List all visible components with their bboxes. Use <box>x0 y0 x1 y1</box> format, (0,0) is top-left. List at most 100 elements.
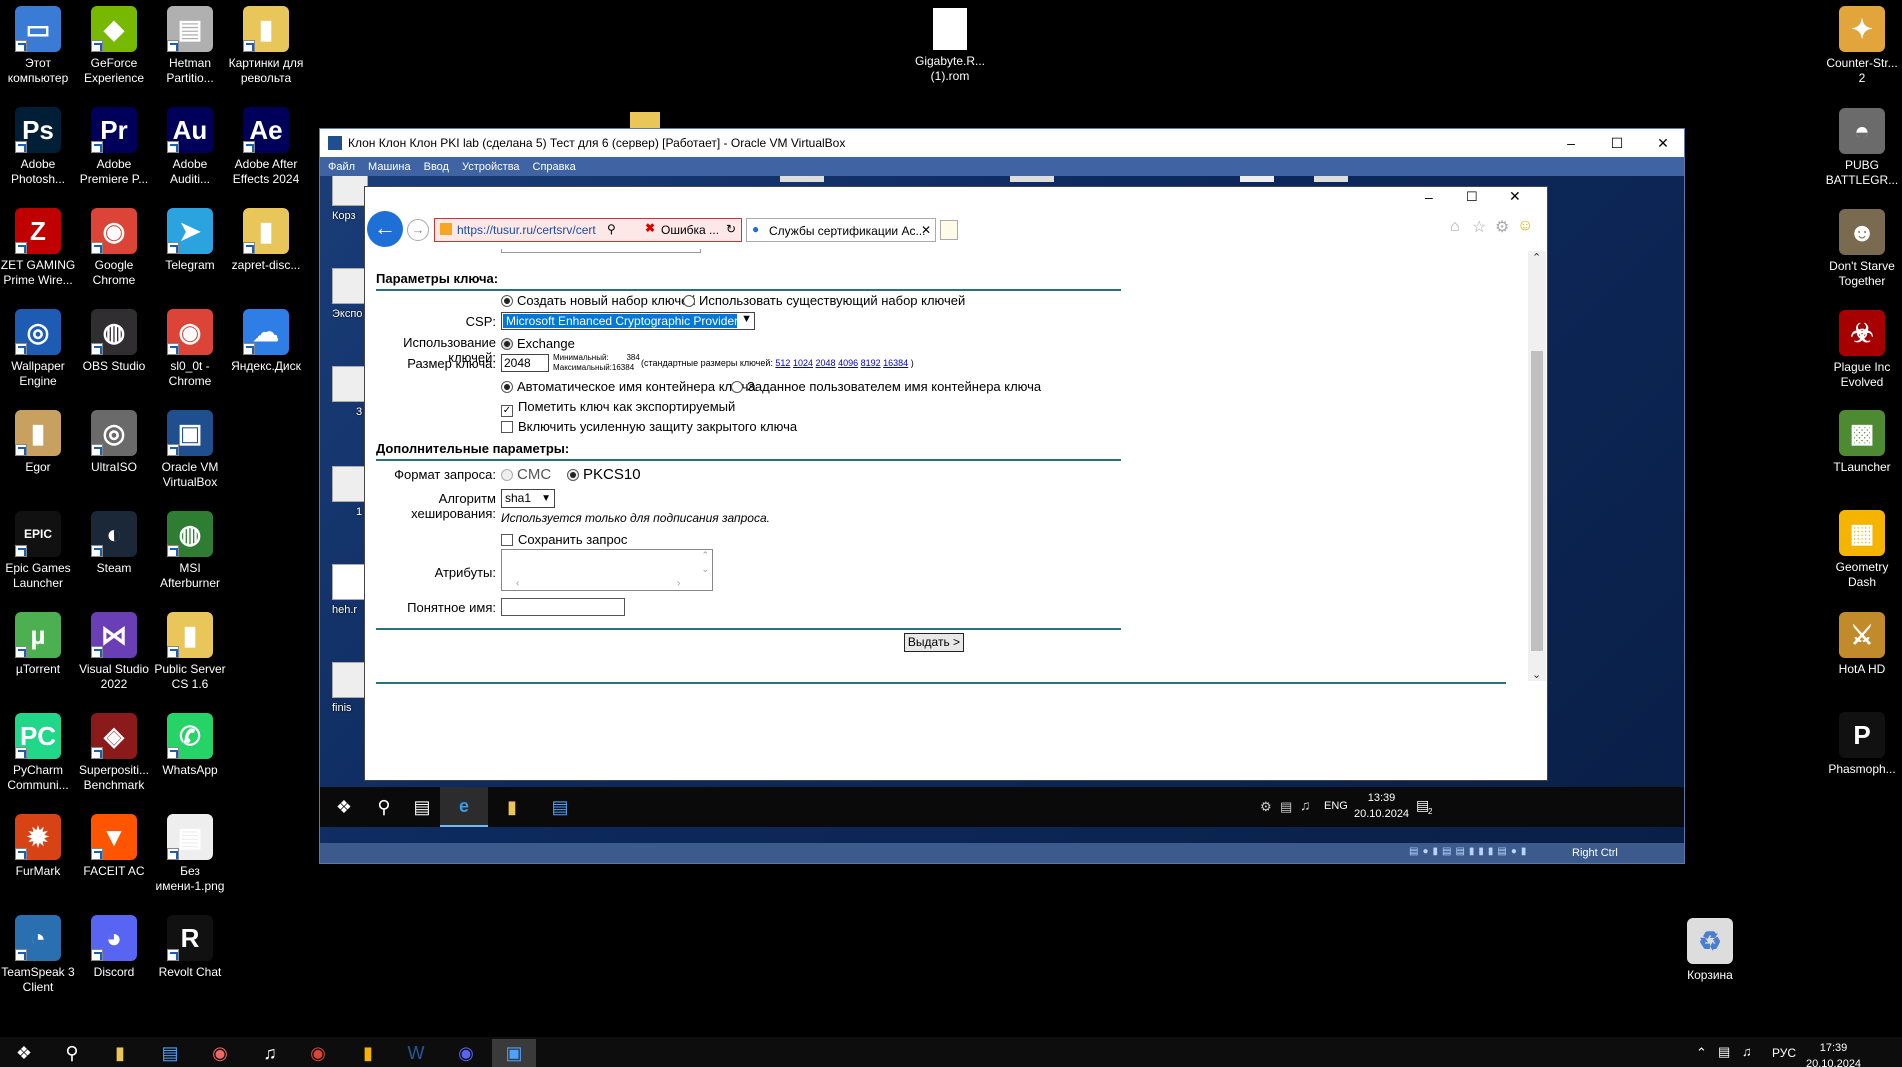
network-icon[interactable]: ⚙ <box>1260 799 1272 815</box>
back-button[interactable]: ← <box>367 211 403 247</box>
guest-clock[interactable]: 13:39 20.10.2024 <box>1354 790 1409 822</box>
desktop-icon-epic-games[interactable]: EPIC Epic Games Launcher <box>0 511 76 590</box>
desktop-icon-audition[interactable]: Au Adobe Auditi... <box>152 107 228 186</box>
menu-input[interactable]: Ввод <box>424 161 449 173</box>
radio-new-keys[interactable]: Создать новый набор ключей <box>501 293 696 308</box>
radio-existing-keys[interactable]: Использовать существующий набор ключей <box>683 293 965 308</box>
radio-unchecked[interactable] <box>683 295 695 307</box>
ie-taskbar-icon[interactable]: e <box>440 787 488 827</box>
feedback-smiley-icon[interactable]: ☺ <box>1517 217 1533 235</box>
app-icon[interactable]: ◉ <box>198 1039 242 1067</box>
home-icon[interactable]: ⌂ <box>1450 218 1460 236</box>
close-button[interactable]: ✕ <box>1640 129 1686 157</box>
desktop-icon-tlauncher[interactable]: ▩ TLauncher <box>1824 410 1900 475</box>
maximize-button[interactable]: ☐ <box>1466 189 1478 205</box>
host-clock[interactable]: 17:39 20.10.2024 <box>1806 1040 1861 1067</box>
word-icon[interactable]: W <box>394 1039 438 1067</box>
hash-select[interactable]: sha1 ▼ <box>501 489 555 508</box>
desktop-icon-premiere[interactable]: Pr Adobe Premiere P... <box>76 107 152 186</box>
desktop-icon-photoshop[interactable]: Ps Adobe Photosh... <box>0 107 76 186</box>
chrome-icon[interactable]: ◉ <box>296 1039 340 1067</box>
desktop-icon-utorrent[interactable]: µ µTorrent <box>0 612 76 677</box>
guest-language[interactable]: ENG <box>1324 800 1348 812</box>
search-icon[interactable]: ⚲ <box>50 1039 94 1067</box>
volume-muted-icon[interactable]: ♫ <box>1300 797 1311 813</box>
desktop-icon-whatsapp[interactable]: ✆ WhatsApp <box>152 713 228 778</box>
desktop-icon-hota[interactable]: ⚔ HotA HD <box>1824 612 1900 677</box>
guest-icon-export[interactable]: Экспо <box>332 268 368 320</box>
desktop-icon-dont-starve[interactable]: ☻ Don't Starve Together <box>1824 209 1900 288</box>
key-size-link-512[interactable]: 512 <box>775 358 790 368</box>
scroll-down-icon[interactable]: ⌄ <box>701 564 709 575</box>
desktop-icon-computer[interactable]: ▭ Этот компьютер <box>0 6 76 85</box>
virtualbox-taskbar-icon[interactable]: ▣ <box>492 1039 536 1067</box>
url-text[interactable]: https://tusur.ru/certsrv/cert <box>457 223 596 237</box>
volume-icon[interactable]: ♫ <box>1742 1044 1752 1059</box>
scrollbar-thumb[interactable] <box>1531 351 1543 651</box>
desktop-icon-furmark[interactable]: ✹ FurMark <box>0 814 76 879</box>
desktop-icon-zet-gaming[interactable]: Z ZET GAMING Prime Wire... <box>0 208 76 287</box>
desktop-icon-virtualbox[interactable]: ▣ Oracle VM VirtualBox <box>152 410 228 489</box>
page-scrollbar[interactable]: ⌃ ⌄ <box>1528 251 1546 681</box>
desktop-icon-folder[interactable]: ▮ zapret-disc... <box>228 208 304 273</box>
maximize-button[interactable]: ☐ <box>1594 129 1640 157</box>
menu-file[interactable]: Файл <box>328 161 355 173</box>
desktop-icon-faceit[interactable]: ▼ FACEIT AC <box>76 814 152 879</box>
desktop-icon-msi-afterburner[interactable]: ◍ MSI Afterburner <box>152 511 228 590</box>
radio-user-container[interactable]: Заданное пользователем имя контейнера кл… <box>731 379 1041 394</box>
cert-error-label[interactable]: Ошибка ... <box>661 223 719 237</box>
tab-cert-services[interactable]: ● Службы сертификации Ac... ✕ <box>746 218 936 242</box>
vm-device-icons[interactable]: ▤●▮▤▤▮▮▮▤●▮ <box>1409 846 1530 857</box>
desktop-icon-steam[interactable]: ◐ Steam <box>76 511 152 576</box>
desktop-icon-folder[interactable]: ▮ Public Server CS 1.6 <box>152 612 228 691</box>
windows-start-icon[interactable]: ❖ <box>2 1039 46 1067</box>
app-icon[interactable]: ▮ <box>346 1039 390 1067</box>
close-button[interactable]: ✕ <box>1509 188 1521 205</box>
radio-cmc[interactable]: CMC <box>501 466 551 483</box>
tray-expand-icon[interactable]: ⌃ <box>1696 1045 1707 1061</box>
desktop-icon-geometry-dash[interactable]: ▦ Geometry Dash <box>1824 510 1900 589</box>
desktop-icon-ultraiso[interactable]: ◎ UltraISO <box>76 410 152 475</box>
menu-devices[interactable]: Устройства <box>462 161 520 173</box>
scroll-right-icon[interactable]: › <box>677 578 680 589</box>
scroll-up-icon[interactable]: ⌃ <box>701 550 709 561</box>
desktop-icon-aftereffects[interactable]: Ae Adobe After Effects 2024 <box>228 107 304 186</box>
checkbox-checked[interactable]: ✓ <box>501 405 513 417</box>
scroll-down-icon[interactable]: ⌄ <box>1532 668 1541 681</box>
task-view-icon[interactable]: ▤ <box>398 787 446 827</box>
menu-machine[interactable]: Машина <box>368 161 411 173</box>
refresh-icon[interactable]: ↻ <box>726 222 736 236</box>
server-manager-icon[interactable]: ▤ <box>536 787 584 827</box>
scroll-left-icon[interactable]: ‹ <box>516 578 519 589</box>
key-size-link-1024[interactable]: 1024 <box>793 358 813 368</box>
checkbox-strong-protection[interactable]: Включить усиленную защиту закрытого ключ… <box>501 419 797 434</box>
virtualbox-titlebar[interactable]: Клон Клон Клон PKI lab (сделана 5) Тест … <box>320 129 1684 157</box>
desktop-icon-folder[interactable]: ▮ Картинки для револьта <box>228 6 304 85</box>
radio-unchecked[interactable] <box>731 381 743 393</box>
friendly-name-input[interactable] <box>501 598 625 616</box>
desktop-icon-yandex-disk[interactable]: ☁ Яндекс.Диск <box>228 309 304 374</box>
desktop-icon-gigabyte-rom[interactable]: Gigabyte.R... (1).rom <box>912 8 988 83</box>
desktop-icon-recycle-bin[interactable]: ♻ Корзина <box>1672 918 1748 983</box>
key-size-link-16384[interactable]: 16384 <box>883 358 908 368</box>
desktop-icon-telegram[interactable]: ➤ Telegram <box>152 208 228 273</box>
radio-checked[interactable] <box>501 295 513 307</box>
desktop-icon-superposition[interactable]: ◈ Superpositi... Benchmark <box>76 713 152 792</box>
checkbox-save-request[interactable]: Сохранить запрос <box>501 532 627 547</box>
key-size-link-2048[interactable]: 2048 <box>816 358 836 368</box>
key-size-link-4096[interactable]: 4096 <box>838 358 858 368</box>
desktop-icon-folder[interactable]: ▮ Egor <box>0 410 76 475</box>
guest-icon-recycle-bin[interactable]: Корз <box>332 176 368 222</box>
radio-checked[interactable] <box>501 381 513 393</box>
file-explorer-icon[interactable]: ▮ <box>488 787 536 827</box>
desktop-icon-image-file[interactable]: ▤ Без имени-1.png <box>152 814 228 893</box>
desktop-icon-chrome[interactable]: ◉ sl0_0t - Chrome <box>152 309 228 388</box>
desktop-icon-pycharm[interactable]: PC PyCharm Communi... <box>0 713 76 792</box>
scroll-up-icon[interactable]: ⌃ <box>1532 251 1541 264</box>
search-icon[interactable]: ⚲ <box>607 222 616 236</box>
desktop-icon-counter-strike[interactable]: ✦ Counter-Str... 2 <box>1824 6 1900 85</box>
favorites-star-icon[interactable]: ☆ <box>1472 217 1486 237</box>
checkbox-exportable[interactable]: ✓ Пометить ключ как экспортируемый <box>501 399 735 417</box>
desktop-icon-discord[interactable]: ◕ Discord <box>76 915 152 980</box>
desktop-icon-pubg[interactable]: ◓ PUBG BATTLEGR... <box>1824 108 1900 187</box>
